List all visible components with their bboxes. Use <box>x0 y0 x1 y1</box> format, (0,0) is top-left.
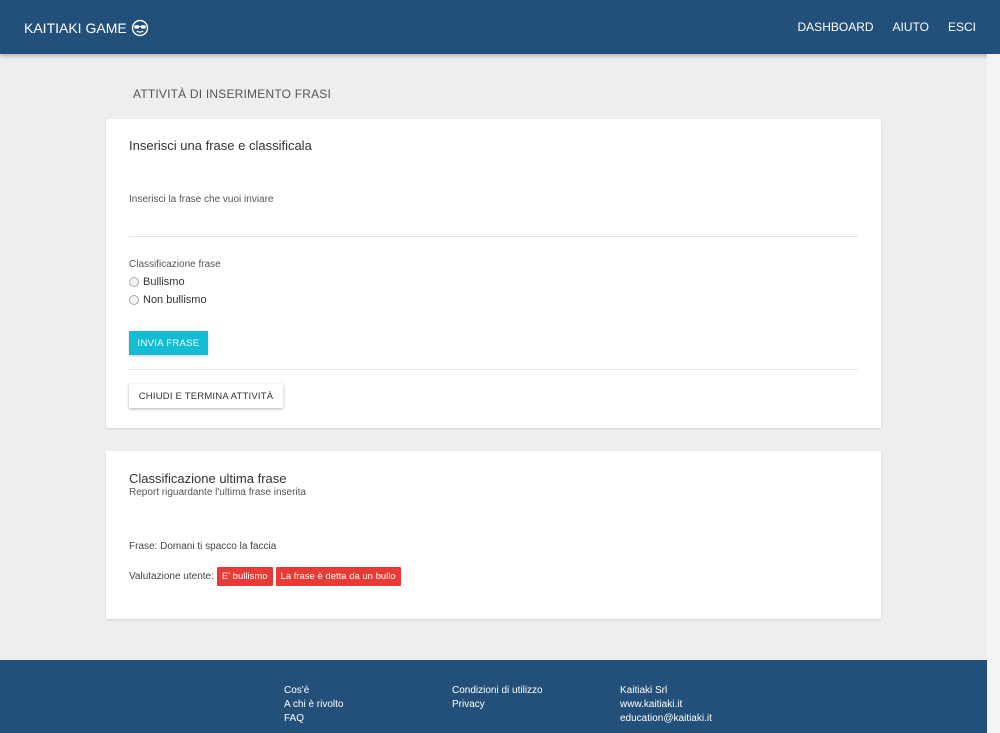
radio-button-icon[interactable] <box>129 277 139 287</box>
phrase-input[interactable] <box>129 214 858 237</box>
last-phrase-result-card: Classificazione ultima frase Report rigu… <box>106 451 881 619</box>
radio-bullismo-label: Bullismo <box>143 276 185 288</box>
footer-column-legal: Condizioni di utilizzo Privacy <box>452 685 543 711</box>
result-card-title: Classificazione ultima frase <box>129 471 287 486</box>
footer-company-name: Kaitiaki Srl <box>620 685 668 696</box>
bully-speaker-badge: La frase è detta da un bullo <box>275 567 401 586</box>
phrase-text: Frase: Domani ti spacco la faccia <box>129 541 277 552</box>
radio-button-icon[interactable] <box>129 295 139 305</box>
radio-non-bullismo[interactable]: Non bullismo <box>129 294 207 306</box>
footer-link-email[interactable]: education@kaitiaki.it <box>620 713 712 725</box>
footer-link-privacy[interactable]: Privacy <box>452 699 543 711</box>
footer-link-website[interactable]: www.kaitiaki.it <box>620 699 712 711</box>
brand-title: KAITIAKI GAME <box>24 20 127 36</box>
radio-bullismo[interactable]: Bullismo <box>129 276 185 288</box>
footer-link-terms[interactable]: Condizioni di utilizzo <box>452 685 543 697</box>
phrase-input-label: Inserisci la frase che vuoi inviare <box>129 194 274 205</box>
close-activity-button[interactable]: CHIUDI E TERMINA ATTIVITÀ <box>129 384 283 408</box>
submit-phrase-button[interactable]: INVIA FRASE <box>129 331 208 355</box>
insert-card-title: Inserisci una frase e classificala <box>129 138 312 153</box>
divider <box>129 369 858 370</box>
footer-column-company: Kaitiaki Srl www.kaitiaki.it education@k… <box>620 685 712 725</box>
evaluation-label: Valutazione utente: <box>129 571 214 582</box>
bullying-badge: E' bullismo <box>216 567 273 586</box>
footer: Cos'è A chi è rivolto FAQ Condizioni di … <box>0 660 987 733</box>
classification-label: Classificazione frase <box>129 259 221 270</box>
page-scrollbar[interactable] <box>987 54 1000 733</box>
footer-column-info: Cos'è A chi è rivolto FAQ <box>284 685 343 725</box>
page-title: ATTIVITÀ DI INSERIMENTO FRASI <box>133 87 332 101</box>
evaluation-row: Valutazione utente: E' bullismo La frase… <box>129 567 401 586</box>
footer-link-about[interactable]: Cos'è <box>284 685 343 697</box>
nav-exit-link[interactable]: ESCI <box>948 20 976 34</box>
sunglasses-face-icon <box>131 19 149 37</box>
footer-link-audience[interactable]: A chi è rivolto <box>284 699 343 711</box>
insert-phrase-card: Inserisci una frase e classificala Inser… <box>106 119 881 428</box>
main-nav: DASHBOARD AIUTO ESCI <box>798 20 976 34</box>
brand[interactable]: KAITIAKI GAME <box>24 19 149 37</box>
top-navbar: KAITIAKI GAME DASHBOARD AIUTO ESCI <box>0 0 1000 54</box>
radio-non-bullismo-label: Non bullismo <box>143 294 207 306</box>
result-card-subtitle: Report riguardante l'ultima frase inseri… <box>129 487 306 498</box>
nav-help-link[interactable]: AIUTO <box>893 20 929 34</box>
footer-link-faq[interactable]: FAQ <box>284 713 343 725</box>
nav-dashboard-link[interactable]: DASHBOARD <box>798 20 874 34</box>
